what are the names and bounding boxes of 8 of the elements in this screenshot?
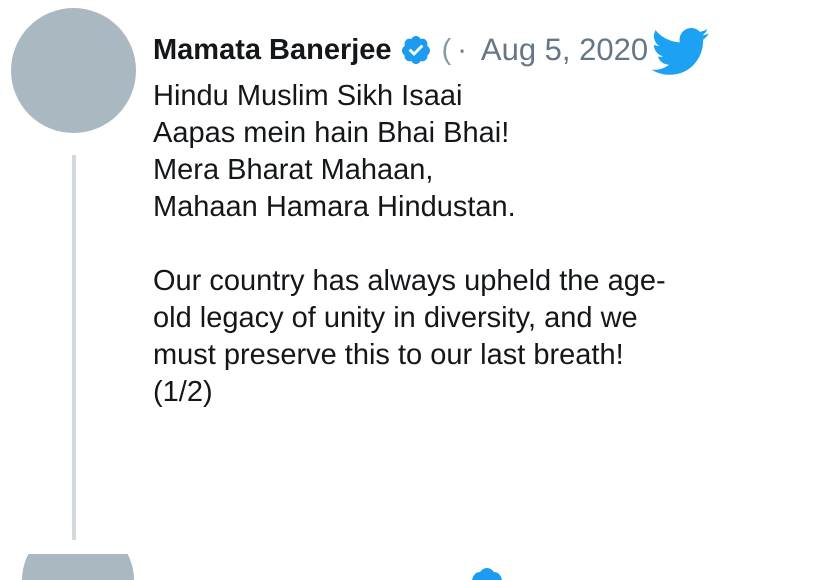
avatar[interactable] xyxy=(22,554,134,580)
tweet-date[interactable]: Aug 5, 2020 xyxy=(480,32,648,68)
tweet-text: Hindu Muslim Sikh Isaai Aapas mein hain Bhai Bhai! Mera Bharat Mahaan, Mahaan Hamara Hindustan. xyxy=(153,79,517,225)
separator: · xyxy=(457,34,467,66)
handle: ( xyxy=(442,34,452,66)
bird-icon xyxy=(652,28,710,76)
author-name[interactable]: Mamata Banerjee xyxy=(153,34,392,66)
tweet-text: Our country has always upheld the age- old legacy of unity in diversity, and we must preserve this to our last breath! (1/2) xyxy=(153,264,667,410)
